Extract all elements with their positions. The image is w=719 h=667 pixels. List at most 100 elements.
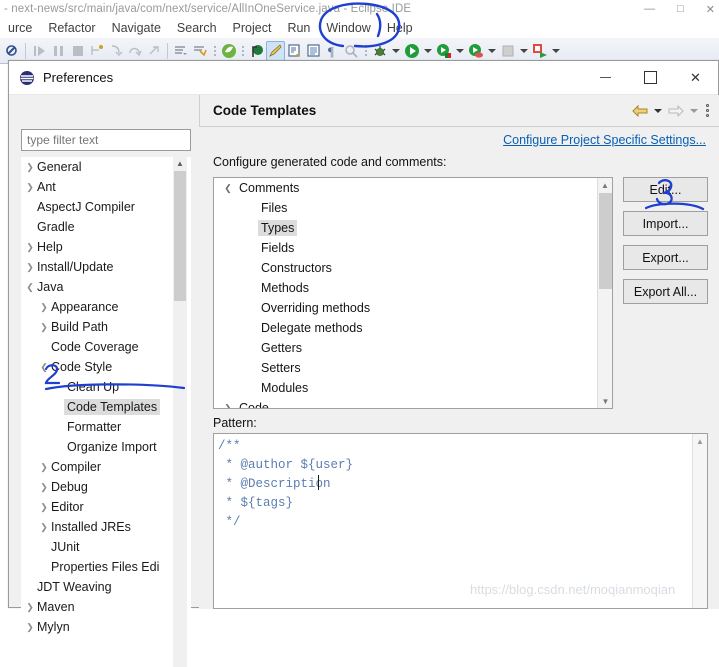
sidebar-item-install-update[interactable]: ❯ Install/Update — [21, 257, 191, 277]
tree-item-fields[interactable]: Fields — [214, 238, 598, 258]
chevron-down-icon[interactable]: ❮ — [37, 362, 51, 373]
synchronize-icon[interactable] — [191, 41, 210, 61]
suspend-icon[interactable] — [49, 41, 68, 61]
external-tools-dropdown-icon[interactable] — [549, 41, 562, 61]
sidebar-item-formatter[interactable]: Formatter — [21, 417, 191, 437]
back-dropdown-icon[interactable] — [652, 101, 664, 121]
ide-close-button[interactable]: ✕ — [706, 3, 715, 16]
chevron-right-icon[interactable]: ❯ — [37, 322, 51, 333]
pilcrow-icon[interactable]: ¶ — [323, 41, 342, 61]
sidebar-item-maven[interactable]: ❯ Maven — [21, 597, 191, 617]
run-dropdown-icon[interactable] — [421, 41, 434, 61]
skip-all-breakpoints-icon[interactable] — [2, 41, 21, 61]
export-all-button[interactable]: Export All... — [623, 279, 708, 304]
sidebar-item-organize-import[interactable]: Organize Import — [21, 437, 191, 457]
run-icon[interactable] — [402, 41, 421, 61]
step-return-icon[interactable] — [144, 41, 163, 61]
preferences-category-tree[interactable]: ❯ General ❯ Ant AspectJ Compiler Gradle ❯ H… — [21, 157, 191, 667]
open-type-icon[interactable] — [247, 41, 266, 61]
sidebar-item-compiler[interactable]: ❯ Compiler — [21, 457, 191, 477]
configure-project-specific-settings-link[interactable]: Configure Project Specific Settings... — [503, 133, 706, 147]
step-into-selection-icon[interactable] — [87, 41, 106, 61]
chevron-right-icon[interactable]: ❯ — [23, 262, 37, 273]
spring-boot-icon[interactable] — [219, 41, 238, 61]
external-tools-icon[interactable] — [530, 41, 549, 61]
tree-item-types[interactable]: Types — [214, 218, 598, 238]
tree-item-getters[interactable]: Getters — [214, 338, 598, 358]
chevron-right-icon[interactable]: ❯ — [37, 482, 51, 493]
import-button[interactable]: Import... — [623, 211, 708, 236]
menu-source[interactable]: urce — [0, 21, 40, 35]
code-templates-tree[interactable]: ❮ Comments Files Types Fields Constructor… — [213, 177, 613, 409]
chevron-right-icon[interactable]: ❯ — [37, 462, 51, 473]
chevron-right-icon[interactable]: ❯ — [23, 162, 37, 173]
chevron-right-icon[interactable]: ❯ — [37, 522, 51, 533]
chevron-down-icon[interactable]: ❮ — [220, 183, 236, 194]
chevron-down-icon[interactable]: ❮ — [23, 282, 37, 293]
stop-icon[interactable] — [498, 41, 517, 61]
menu-project[interactable]: Project — [225, 21, 280, 35]
coverage-dropdown-icon[interactable] — [453, 41, 466, 61]
step-into-icon[interactable] — [106, 41, 125, 61]
preferences-minimize-button[interactable] — [583, 61, 628, 95]
sidebar-item-editor[interactable]: ❯ Editor — [21, 497, 191, 517]
sidebar-item-junit[interactable]: JUnit — [21, 537, 191, 557]
java-editor-icon[interactable] — [266, 40, 285, 61]
debug-icon[interactable] — [370, 41, 389, 61]
scroll-up-icon[interactable]: ▲ — [598, 178, 612, 192]
sidebar-item-gradle[interactable]: Gradle — [21, 217, 191, 237]
step-over-icon[interactable] — [125, 41, 144, 61]
terminate-icon[interactable] — [68, 41, 87, 61]
profile-dropdown-icon[interactable] — [485, 41, 498, 61]
edit-button[interactable]: Edit... — [623, 177, 708, 202]
preferences-maximize-button[interactable] — [628, 61, 673, 95]
scrollbar-thumb[interactable] — [174, 171, 186, 301]
pattern-scrollbar[interactable]: ▲ — [692, 434, 707, 608]
menu-navigate[interactable]: Navigate — [104, 21, 169, 35]
sidebar-item-code-style[interactable]: ❮ Code Style — [21, 357, 191, 377]
menu-help[interactable]: Help — [379, 21, 421, 35]
sidebar-item-clean-up[interactable]: Clean Up — [21, 377, 191, 397]
templates-tree-scrollbar[interactable]: ▲ ▼ — [597, 178, 612, 408]
forward-arrow-icon[interactable] — [666, 101, 686, 121]
open-task-icon[interactable] — [172, 41, 191, 61]
debug-dropdown-icon[interactable] — [389, 41, 402, 61]
profile-icon[interactable] — [466, 41, 485, 61]
search-package-icon[interactable] — [342, 41, 361, 61]
chevron-right-icon[interactable]: ❯ — [37, 502, 51, 513]
sidebar-item-build-path[interactable]: ❯ Build Path — [21, 317, 191, 337]
menu-refactor[interactable]: Refactor — [40, 21, 103, 35]
ide-maximize-button[interactable]: □ — [677, 3, 684, 15]
sidebar-item-aspectj-compiler[interactable]: AspectJ Compiler — [21, 197, 191, 217]
chevron-right-icon[interactable]: ❯ — [220, 403, 236, 409]
tree-item-code[interactable]: ❯ Code — [214, 398, 598, 409]
sidebar-item-java[interactable]: ❮ Java — [21, 277, 191, 297]
preferences-close-button[interactable]: ✕ — [673, 61, 718, 95]
new-java-class-icon[interactable] — [285, 41, 304, 61]
menu-window[interactable]: Window — [318, 21, 378, 35]
chevron-right-icon[interactable]: ❯ — [37, 302, 51, 313]
tree-item-modules[interactable]: Modules — [214, 378, 598, 398]
sidebar-item-appearance[interactable]: ❯ Appearance — [21, 297, 191, 317]
scrollbar-thumb[interactable] — [599, 193, 612, 289]
sidebar-item-debug[interactable]: ❯ Debug — [21, 477, 191, 497]
tree-item-files[interactable]: Files — [214, 198, 598, 218]
category-tree-scrollbar[interactable]: ▲ — [173, 157, 187, 667]
forward-dropdown-icon[interactable] — [688, 101, 700, 121]
back-arrow-icon[interactable] — [630, 101, 650, 121]
chevron-right-icon[interactable]: ❯ — [23, 602, 37, 613]
sidebar-item-installed-jres[interactable]: ❯ Installed JREs — [21, 517, 191, 537]
stop-dropdown-icon[interactable] — [517, 41, 530, 61]
page-menu-icon[interactable] — [702, 101, 712, 121]
tree-item-comments[interactable]: ❮ Comments — [214, 178, 598, 198]
tree-item-delegate-methods[interactable]: Delegate methods — [214, 318, 598, 338]
export-button[interactable]: Export... — [623, 245, 708, 270]
run-coverage-icon[interactable] — [434, 41, 453, 61]
tree-item-methods[interactable]: Methods — [214, 278, 598, 298]
open-console-icon[interactable] — [304, 41, 323, 61]
chevron-right-icon[interactable]: ❯ — [23, 622, 37, 633]
sidebar-item-general[interactable]: ❯ General — [21, 157, 191, 177]
resume-icon[interactable] — [30, 41, 49, 61]
ide-minimize-button[interactable]: — — [644, 3, 655, 15]
menu-search[interactable]: Search — [169, 21, 225, 35]
